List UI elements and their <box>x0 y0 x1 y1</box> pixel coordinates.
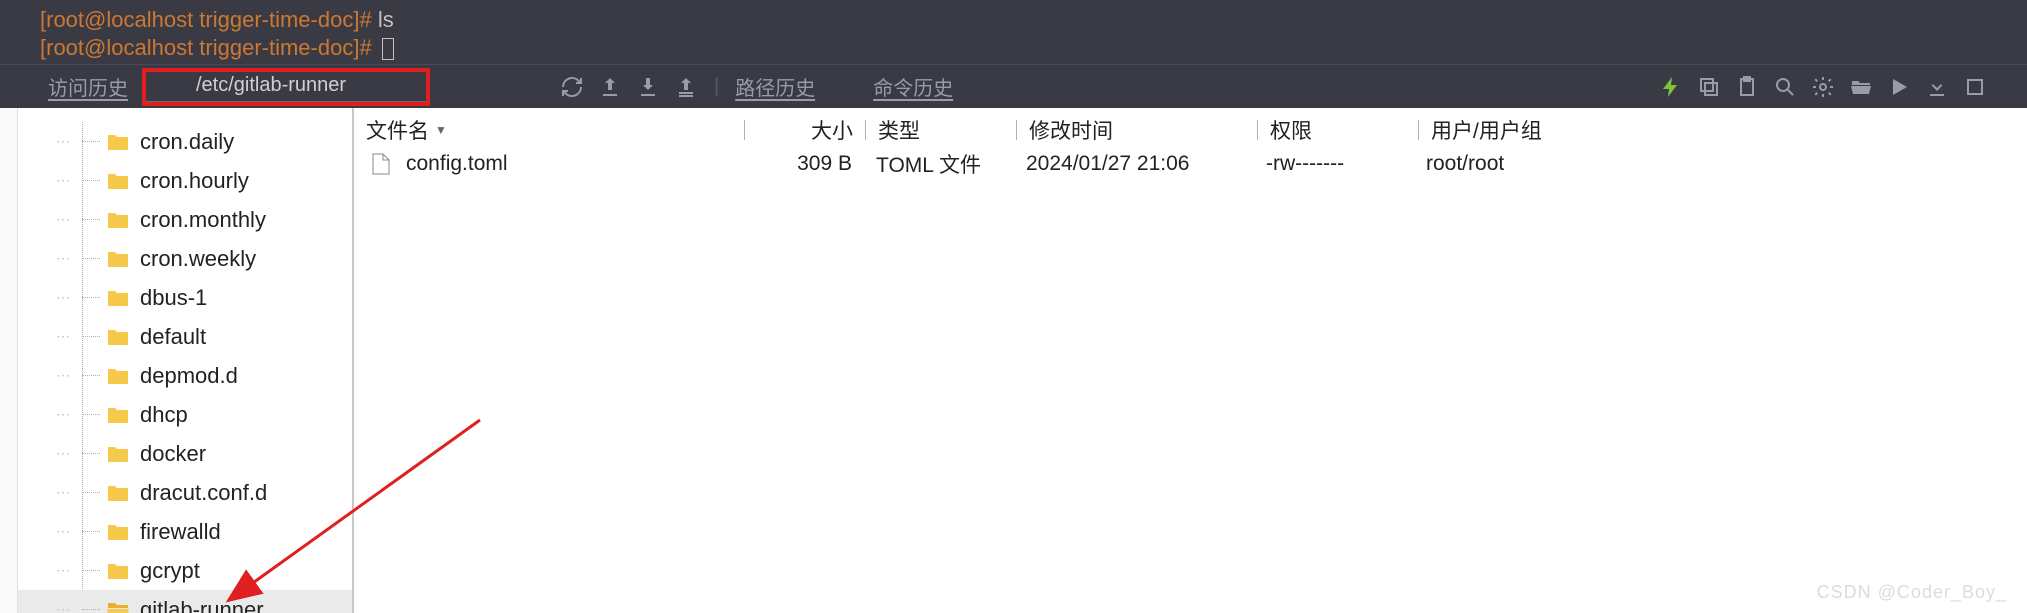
tree-label: cron.weekly <box>140 246 256 272</box>
search-icon[interactable] <box>1773 73 1797 101</box>
tree-item-dhcp[interactable]: ⋯ dhcp <box>18 395 352 434</box>
prompt: [root@localhost trigger-time-doc]# <box>40 35 372 60</box>
terminal-output[interactable]: [root@localhost trigger-time-doc]# ls [r… <box>0 0 2027 64</box>
tree-label: cron.monthly <box>140 207 266 233</box>
upload-all-icon[interactable] <box>674 73 698 101</box>
cursor-icon <box>382 38 394 60</box>
folder-icon <box>106 444 130 464</box>
file-list-pane: 文件名 ▼ 大小 类型 修改时间 权限 用户/用户组 config.toml 3… <box>354 108 2027 613</box>
file-icon <box>372 153 390 175</box>
action-icons <box>1659 73 2017 101</box>
folder-icon <box>106 483 130 503</box>
path-history-link[interactable]: 路径历史 <box>735 72 815 101</box>
tree-label: gitlab-runner <box>140 597 264 613</box>
terminal-line-2: [root@localhost trigger-time-doc]# <box>40 34 2017 62</box>
download-icon[interactable] <box>636 73 660 101</box>
folder-icon <box>106 366 130 386</box>
tree-item-cron-hourly[interactable]: ⋯ cron.hourly <box>18 161 352 200</box>
file-row[interactable]: config.toml 309 B TOML 文件 2024/01/27 21:… <box>354 146 2027 182</box>
transfer-icons: | 路径历史 命令历史 <box>560 72 953 101</box>
visit-history-link[interactable]: 访问历史 <box>48 72 128 101</box>
folder-icon <box>106 171 130 191</box>
download-small-icon[interactable] <box>1925 73 1949 101</box>
tree-item-dracut-conf-d[interactable]: ⋯ dracut.conf.d <box>18 473 352 512</box>
terminal-command: ls <box>378 7 394 32</box>
tree-item-gcrypt[interactable]: ⋯ gcrypt <box>18 551 352 590</box>
file-permissions: -rw------- <box>1254 152 1414 176</box>
tree-label: dhcp <box>140 402 188 428</box>
tree-label: depmod.d <box>140 363 238 389</box>
column-header-type[interactable]: 类型 <box>866 115 1016 145</box>
copy-icon[interactable] <box>1697 73 1721 101</box>
tree-item-cron-weekly[interactable]: ⋯ cron.weekly <box>18 239 352 278</box>
column-header-mtime[interactable]: 修改时间 <box>1017 115 1257 145</box>
refresh-icon[interactable] <box>560 73 584 101</box>
stop-icon[interactable] <box>1963 73 1987 101</box>
folder-open-icon <box>106 600 130 613</box>
main-area: ⋯ cron.daily ⋯ cron.hourly ⋯ cron.monthl… <box>0 108 2027 613</box>
upload-icon[interactable] <box>598 73 622 101</box>
folder-icon <box>106 210 130 230</box>
prompt: [root@localhost trigger-time-doc]# <box>40 7 372 32</box>
tree-item-default[interactable]: ⋯ default <box>18 317 352 356</box>
paste-icon[interactable] <box>1735 73 1759 101</box>
tree-item-docker[interactable]: ⋯ docker <box>18 434 352 473</box>
toolbar: 访问历史 | 路径历史 命令历史 <box>0 64 2027 108</box>
file-type: TOML 文件 <box>864 149 1014 179</box>
tree-label: cron.daily <box>140 129 234 155</box>
highlight-box <box>142 68 430 106</box>
folder-icon <box>106 132 130 152</box>
play-icon[interactable] <box>1887 73 1911 101</box>
file-owner: root/root <box>1414 152 2027 176</box>
sort-caret-icon: ▼ <box>435 123 447 137</box>
directory-tree[interactable]: ⋯ cron.daily ⋯ cron.hourly ⋯ cron.monthl… <box>18 108 354 613</box>
tree-label: gcrypt <box>140 558 200 584</box>
column-header-owner[interactable]: 用户/用户组 <box>1419 115 2027 145</box>
tree-label: default <box>140 324 206 350</box>
tree-item-depmod-d[interactable]: ⋯ depmod.d <box>18 356 352 395</box>
watermark: CSDN @Coder_Boy_ <box>1817 582 2007 603</box>
file-size: 309 B <box>744 152 864 176</box>
tree-item-firewalld[interactable]: ⋯ firewalld <box>18 512 352 551</box>
tree-item-cron-daily[interactable]: ⋯ cron.daily <box>18 122 352 161</box>
folder-icon <box>106 522 130 542</box>
tree-label: dracut.conf.d <box>140 480 267 506</box>
cmd-history-link[interactable]: 命令历史 <box>873 72 953 101</box>
column-header-name[interactable]: 文件名 ▼ <box>354 115 744 145</box>
folder-icon <box>106 405 130 425</box>
file-mtime: 2024/01/27 21:06 <box>1014 152 1254 176</box>
tree-item-dbus-1[interactable]: ⋯ dbus-1 <box>18 278 352 317</box>
separator: | <box>714 75 719 98</box>
tree-item-cron-monthly[interactable]: ⋯ cron.monthly <box>18 200 352 239</box>
bolt-icon[interactable] <box>1659 73 1683 101</box>
folder-icon <box>106 288 130 308</box>
tree-expander-icon[interactable]: ⋯ <box>56 601 90 613</box>
gear-icon[interactable] <box>1811 73 1835 101</box>
tree-label: firewalld <box>140 519 221 545</box>
folder-icon <box>106 327 130 347</box>
path-input[interactable] <box>146 72 426 102</box>
folder-icon <box>106 561 130 581</box>
tree-label: dbus-1 <box>140 285 207 311</box>
column-header-permissions[interactable]: 权限 <box>1258 115 1418 145</box>
folder-icon <box>106 249 130 269</box>
terminal-line-1: [root@localhost trigger-time-doc]# ls <box>40 6 2017 34</box>
tree-item-gitlab-runner[interactable]: ⋯ gitlab-runner <box>18 590 352 613</box>
column-header-size[interactable]: 大小 <box>745 115 865 145</box>
left-gutter <box>0 108 18 613</box>
file-list-header: 文件名 ▼ 大小 类型 修改时间 权限 用户/用户组 <box>354 108 2027 146</box>
file-name: config.toml <box>406 152 508 176</box>
tree-label: docker <box>140 441 206 467</box>
folder-open-icon[interactable] <box>1849 73 1873 101</box>
tree-label: cron.hourly <box>140 168 249 194</box>
